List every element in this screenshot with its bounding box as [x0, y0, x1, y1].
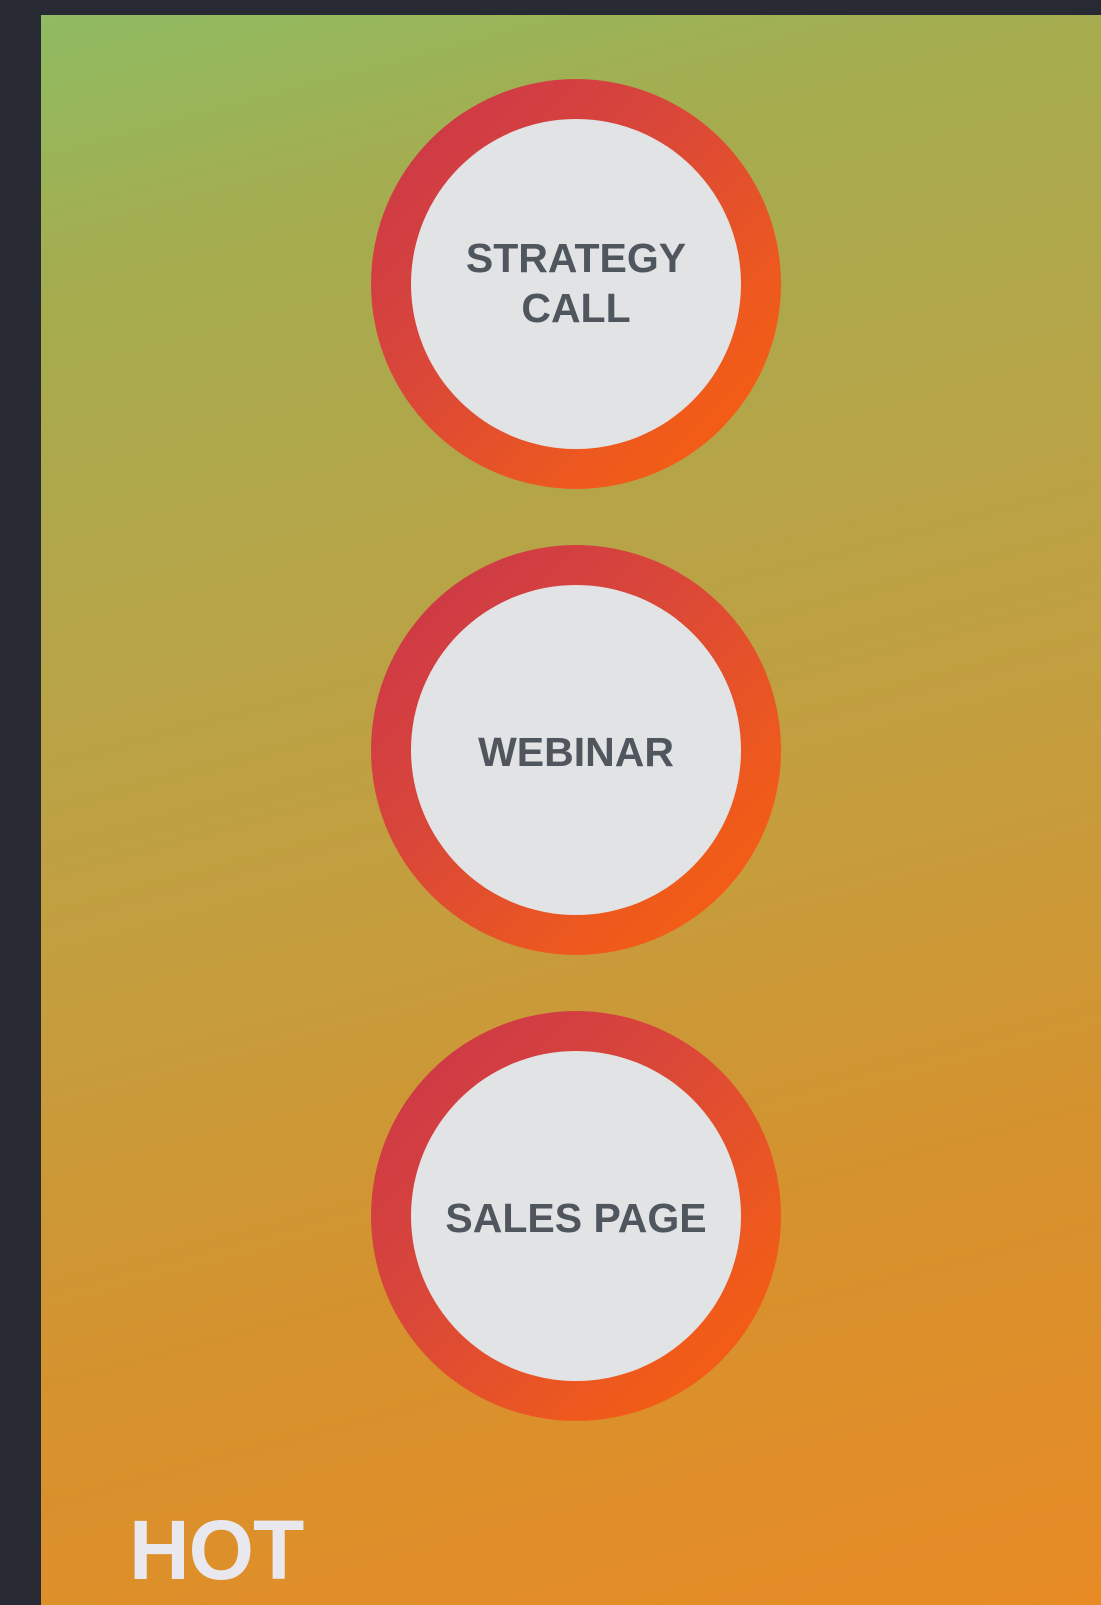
stage-webinar-circle: WEBINAR [411, 585, 741, 915]
stage-strategy-call-circle: STRATEGY CALL [411, 119, 741, 449]
stage-webinar[interactable]: WEBINAR [371, 545, 781, 955]
funnel-panel: STRATEGY CALL WEBINAR SALES PAGE HOT [41, 15, 1101, 1605]
stage-sales-page-label: SALES PAGE [445, 1195, 707, 1241]
stage-sales-page[interactable]: SALES PAGE [371, 1011, 781, 1421]
stage-strategy-call-label: STRATEGY CALL [465, 235, 687, 331]
stage-sales-page-circle: SALES PAGE [411, 1051, 741, 1381]
stage-strategy-call[interactable]: STRATEGY CALL [371, 79, 781, 489]
stage-webinar-label: WEBINAR [478, 729, 674, 775]
tier-label: HOT [129, 1503, 304, 1597]
